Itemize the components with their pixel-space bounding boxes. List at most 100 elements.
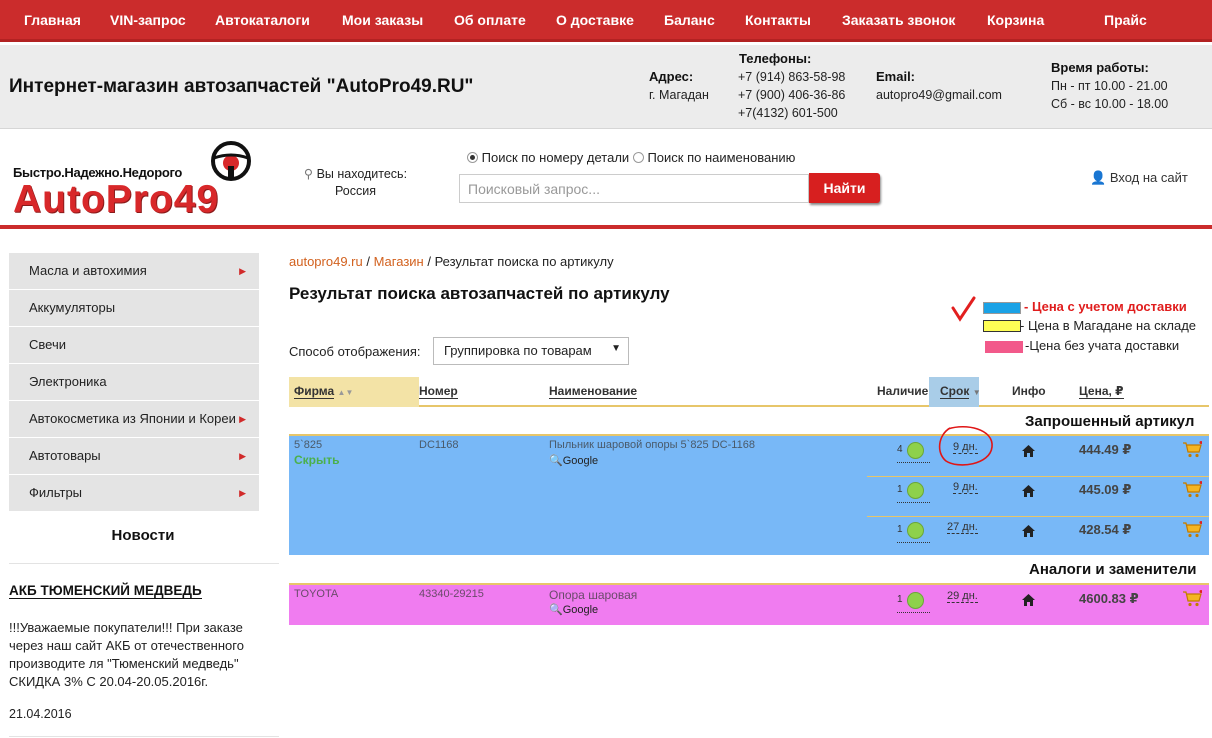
nav-cart[interactable]: Корзина xyxy=(987,12,1044,28)
home-icon[interactable] xyxy=(1022,445,1035,457)
search-input[interactable]: Поисковый запрос... xyxy=(459,174,809,203)
email-value[interactable]: autopro49@gmail.com xyxy=(876,86,1002,104)
google-search-link[interactable]: 🔍Google xyxy=(549,603,598,616)
results-table-header: Фирма ▲▼ Номер Наименование Наличие Срок… xyxy=(289,377,1209,407)
search-mode: Поиск по номеру детали Поиск по наименов… xyxy=(467,150,795,165)
site-header: Быстро.Надежно.Недорого AutoPro49 ⚲ Вы н… xyxy=(0,130,1212,229)
radio-by-name-label[interactable]: Поиск по наименованию xyxy=(647,150,795,165)
delivery-term[interactable]: 9 дн. xyxy=(953,481,978,494)
row-separator xyxy=(867,476,1209,477)
magnifier-icon: 🔍 xyxy=(549,455,563,467)
phone-3[interactable]: +7(4132) 601-500 xyxy=(738,104,838,122)
nav-order-call[interactable]: Заказать звонок xyxy=(842,12,955,28)
hours-weekend: Сб - вс 10.00 - 18.00 xyxy=(1051,97,1169,111)
dotted-line xyxy=(897,462,930,463)
home-icon[interactable] xyxy=(1022,525,1035,537)
login-link[interactable]: 👤 Вход на сайт xyxy=(1090,170,1188,186)
site-logo[interactable]: AutoPro49 xyxy=(13,178,219,222)
delivery-term[interactable]: 29 дн. xyxy=(947,590,978,603)
add-to-cart-icon[interactable] xyxy=(1183,590,1202,607)
sidebar-item-label: Фильтры xyxy=(29,485,83,500)
col-name[interactable]: Наименование xyxy=(549,377,638,407)
sidebar-item-batteries[interactable]: Аккумуляторы xyxy=(9,290,259,327)
home-icon[interactable] xyxy=(1022,594,1035,606)
nav-price[interactable]: Прайс xyxy=(1104,12,1147,28)
sidebar-item-filters[interactable]: Фильтры ▶ xyxy=(9,475,259,512)
col-term[interactable]: Срок ▼ xyxy=(940,377,981,407)
home-icon[interactable] xyxy=(1022,485,1035,497)
breadcrumb: autopro49.ru / Магазин / Результат поиск… xyxy=(289,254,614,269)
nav-payment[interactable]: Об оплате xyxy=(454,12,526,28)
col-price[interactable]: Цена, ₽ xyxy=(1079,377,1124,407)
firm: 5`825 xyxy=(294,439,323,451)
dotted-line xyxy=(897,542,930,543)
hide-link[interactable]: Скрыть xyxy=(294,453,340,467)
search-button[interactable]: Найти xyxy=(809,173,880,203)
phone-2[interactable]: +7 (900) 406-36-86 xyxy=(738,86,845,104)
delivery-term[interactable]: 27 дн. xyxy=(947,521,978,534)
price: 428.54 ₽ xyxy=(1079,522,1132,537)
arrow-right-icon: ▶ xyxy=(239,414,246,424)
nav-home[interactable]: Главная xyxy=(24,12,81,28)
display-mode-select[interactable]: Группировка по товарам ▼ xyxy=(433,337,629,365)
steering-wheel-icon xyxy=(211,141,251,181)
magnifier-icon: 🔍 xyxy=(549,604,563,616)
price: 4600.83 ₽ xyxy=(1079,591,1139,606)
breadcrumb-shop[interactable]: Магазин xyxy=(374,254,424,269)
nav-contacts[interactable]: Контакты xyxy=(745,12,811,28)
dotted-line xyxy=(897,612,930,613)
sidebar-item-spark-plugs[interactable]: Свечи xyxy=(9,327,259,364)
location-value[interactable]: Россия xyxy=(335,184,376,198)
breadcrumb-current: Результат поиска по артикулу xyxy=(434,254,614,269)
sidebar-item-electronics[interactable]: Электроника xyxy=(9,364,259,401)
availability-pie-icon xyxy=(907,482,924,499)
address-label: Адрес: xyxy=(649,69,694,84)
google-search-link[interactable]: 🔍Google xyxy=(549,454,598,467)
news-title[interactable]: АКБ ТЮМЕНСКИЙ МЕДВЕДЬ xyxy=(9,583,202,599)
radio-by-number[interactable] xyxy=(467,152,478,163)
col-number[interactable]: Номер xyxy=(419,377,458,407)
analog-row: TOYOTA 43340-29215 Опора шаровая 🔍Google… xyxy=(289,583,1209,625)
page-title: Результат поиска автозапчастей по артику… xyxy=(289,284,670,303)
col-term-label: Срок xyxy=(940,384,970,399)
qty: 1 xyxy=(897,594,903,605)
breadcrumb-separator: / xyxy=(362,254,374,269)
radio-by-name[interactable] xyxy=(632,152,644,163)
qty: 4 xyxy=(897,444,903,455)
sidebar-item-label: Электроника xyxy=(29,374,107,389)
sidebar-item-cosmetics[interactable]: Автокосметика из Японии и Кореи ▶ xyxy=(9,401,259,438)
sidebar-item-label: Масла и автохимия xyxy=(29,263,147,278)
price: 444.49 ₽ xyxy=(1079,442,1132,457)
arrow-right-icon: ▶ xyxy=(239,451,246,461)
login-label[interactable]: Вход на сайт xyxy=(1110,170,1188,185)
sidebar-item-label: Аккумуляторы xyxy=(29,300,116,315)
dotted-line xyxy=(897,502,930,503)
availability-pie-icon xyxy=(907,522,924,539)
phone-1[interactable]: +7 (914) 863-58-98 xyxy=(738,68,845,86)
nav-my-orders[interactable]: Мои заказы xyxy=(342,12,423,28)
availability-pie-icon xyxy=(907,592,924,609)
display-mode-value: Группировка по товарам xyxy=(444,343,592,358)
add-to-cart-icon[interactable] xyxy=(1183,481,1202,498)
user-icon: 👤 xyxy=(1090,170,1107,185)
hours-weekdays: Пн - пт 10.00 - 21.00 xyxy=(1051,79,1168,93)
add-to-cart-icon[interactable] xyxy=(1183,521,1202,538)
nav-balance[interactable]: Баланс xyxy=(664,12,715,28)
part-name: Пыльник шаровой опоры 5`825 DC-1168 xyxy=(549,439,755,451)
breadcrumb-home[interactable]: autopro49.ru xyxy=(289,254,363,269)
nav-vin-request[interactable]: VIN-запрос xyxy=(110,12,186,28)
nav-delivery[interactable]: О доставке xyxy=(556,12,634,28)
map-pin-icon: ⚲ xyxy=(303,167,314,181)
analogs-heading: Аналоги и заменители xyxy=(1029,561,1197,578)
sidebar-item-oils[interactable]: Масла и автохимия ▶ xyxy=(9,253,259,290)
availability-pie-icon xyxy=(907,442,924,459)
radio-by-number-label[interactable]: Поиск по номеру детали xyxy=(482,150,630,165)
email-label: Email: xyxy=(876,69,916,84)
col-firm[interactable]: Фирма ▲▼ xyxy=(294,377,353,407)
sidebar-item-autogoods[interactable]: Автотовары ▶ xyxy=(9,438,259,475)
add-to-cart-icon[interactable] xyxy=(1183,441,1202,458)
info-bar: Интернет-магазин автозапчастей "AutoPro4… xyxy=(0,45,1212,129)
phones-label: Телефоны: xyxy=(739,51,812,66)
top-navigation: Главная VIN-запрос Автокаталоги Мои зака… xyxy=(0,0,1212,42)
nav-autocatalogs[interactable]: Автокаталоги xyxy=(215,12,310,28)
